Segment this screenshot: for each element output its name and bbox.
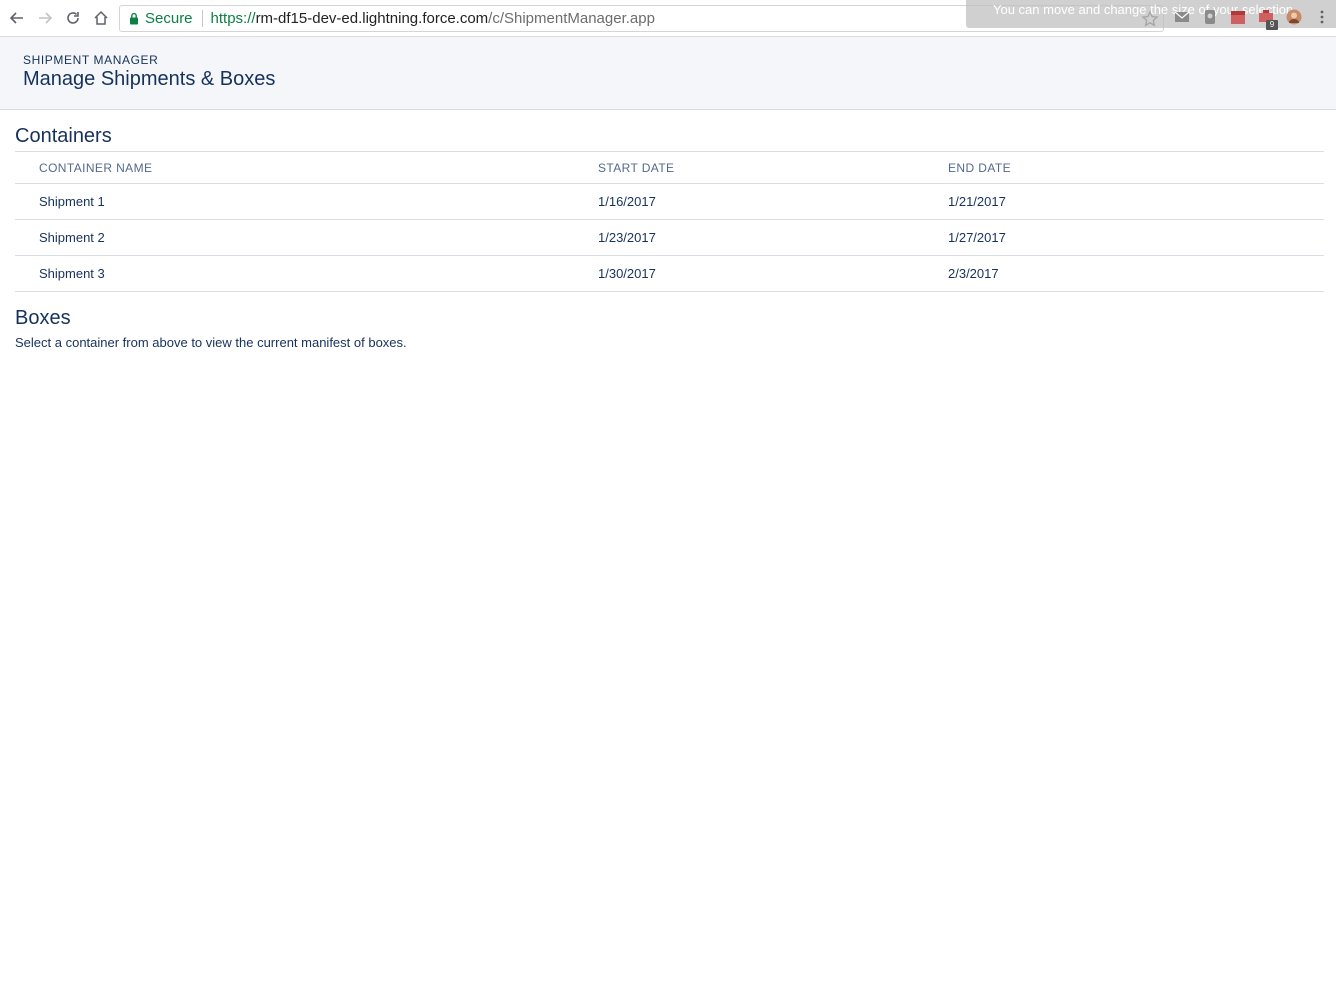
boxes-help-text: Select a container from above to view th… <box>15 335 407 350</box>
forward-button[interactable] <box>35 8 55 28</box>
column-header-start-date[interactable]: START DATE <box>598 161 674 175</box>
end-date-cell: 1/21/2017 <box>948 194 1006 209</box>
url-host: rm-df15-dev-ed.lightning.force.com <box>255 10 489 27</box>
selection-tooltip: You can move and change the size of your… <box>993 2 1294 17</box>
url-scheme: https:// <box>210 10 256 27</box>
menu-icon[interactable] <box>1314 9 1330 25</box>
table-header-row: CONTAINER NAME START DATE END DATE <box>15 151 1324 184</box>
page-kicker: SHIPMENT MANAGER <box>23 53 159 67</box>
start-date-cell: 1/23/2017 <box>598 230 656 245</box>
mail-icon[interactable] <box>1174 9 1190 25</box>
start-date-cell: 1/30/2017 <box>598 266 656 281</box>
browser-toolbar: Secure https://rm-df15-dev-ed.lightning.… <box>0 0 1336 37</box>
back-icon <box>9 12 23 24</box>
extension-icon[interactable] <box>1202 9 1218 25</box>
extension-badge: 9 <box>1266 20 1278 30</box>
calendar-icon[interactable] <box>1230 9 1246 25</box>
home-icon <box>94 10 108 25</box>
reload-icon <box>67 12 79 24</box>
start-date-cell: 1/16/2017 <box>598 194 656 209</box>
reload-button[interactable] <box>63 8 83 28</box>
containers-table: CONTAINER NAME START DATE END DATE Shipm… <box>15 151 1324 292</box>
end-date-cell: 1/27/2017 <box>948 230 1006 245</box>
url-text: https://rm-df15-dev-ed.lightning.force.c… <box>211 10 655 27</box>
forward-icon <box>39 12 53 24</box>
boxes-title: Boxes <box>15 307 71 329</box>
profile-icon[interactable] <box>1286 9 1302 25</box>
lock-icon <box>129 12 139 25</box>
secure-label: Secure <box>145 10 193 27</box>
end-date-cell: 2/3/2017 <box>948 266 999 281</box>
column-header-end-date[interactable]: END DATE <box>948 161 1011 175</box>
omnibox-divider <box>201 10 203 27</box>
page-title: Manage Shipments & Boxes <box>23 68 276 90</box>
table-row[interactable]: Shipment 3 1/30/2017 2/3/2017 <box>15 256 1324 292</box>
back-button[interactable] <box>7 8 27 28</box>
page-header: SHIPMENT MANAGER Manage Shipments & Boxe… <box>0 37 1336 110</box>
container-name-cell[interactable]: Shipment 2 <box>39 230 105 245</box>
url-path: /c/ShipmentManager.app <box>488 10 655 27</box>
column-header-container-name[interactable]: CONTAINER NAME <box>39 161 152 175</box>
container-name-cell[interactable]: Shipment 1 <box>39 194 105 209</box>
table-row[interactable]: Shipment 2 1/23/2017 1/27/2017 <box>15 220 1324 256</box>
table-row[interactable]: Shipment 1 1/16/2017 1/21/2017 <box>15 184 1324 220</box>
home-button[interactable] <box>91 8 111 28</box>
containers-title: Containers <box>15 125 112 147</box>
container-name-cell[interactable]: Shipment 3 <box>39 266 105 281</box>
